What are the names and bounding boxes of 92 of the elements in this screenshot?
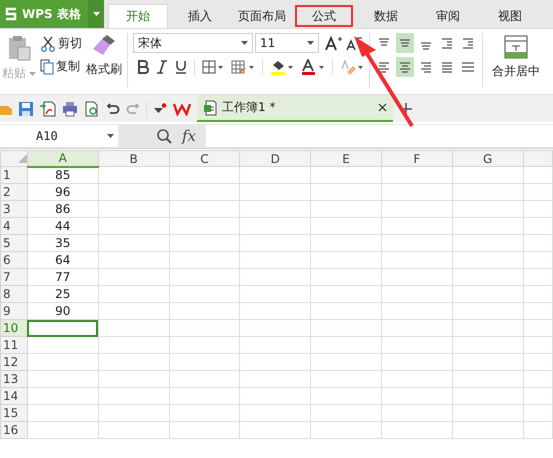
caret-icon <box>107 134 114 138</box>
caret-icon <box>92 12 100 16</box>
italic-icon[interactable] <box>156 60 168 74</box>
align-icon <box>440 36 454 50</box>
close-icon[interactable] <box>378 103 387 112</box>
ribbon-tab[interactable]: 公式 <box>294 4 354 28</box>
formula-input[interactable] <box>206 125 553 147</box>
undo-icon[interactable] <box>106 102 120 116</box>
cut-button[interactable]: 剪切 <box>40 35 82 52</box>
table-cell: 77 <box>27 268 98 286</box>
column-header[interactable]: F <box>381 150 452 166</box>
zoom-icon[interactable] <box>156 128 172 144</box>
align-icon <box>440 60 454 74</box>
align-icon <box>398 60 412 74</box>
name-box[interactable]: A10 <box>0 125 118 147</box>
caret-icon <box>307 41 314 45</box>
corner-triangle-icon <box>18 154 27 163</box>
table-cell: 85 <box>27 166 98 184</box>
align-icon <box>377 60 391 74</box>
table-cell: 96 <box>27 184 98 200</box>
align-icon <box>461 36 475 50</box>
row-header[interactable]: 4 <box>0 218 28 234</box>
table-cell: 44 <box>27 218 98 234</box>
ribbon-tab[interactable]: 审阅 <box>418 4 478 28</box>
ribbon-tab[interactable]: 页面布局 <box>232 4 292 28</box>
spreadsheet-file-icon <box>203 100 217 116</box>
bold-icon[interactable] <box>137 60 149 74</box>
document-tab[interactable]: 工作簿1 * <box>197 95 393 122</box>
fill-color-icon[interactable] <box>270 59 294 75</box>
ribbon-tab[interactable]: 数据 <box>356 4 416 28</box>
column-header[interactable]: A <box>27 150 98 166</box>
logo-icon <box>4 7 18 21</box>
font-family-dropdown[interactable]: 宋体 <box>133 33 253 53</box>
row-header[interactable]: 7 <box>0 268 28 286</box>
grow-font-icon[interactable] <box>325 35 343 51</box>
ribbon-tab[interactable]: 开始 <box>108 4 168 28</box>
format-painter-button[interactable]: 格式刷 <box>86 33 122 94</box>
row-header[interactable]: 8 <box>0 286 28 302</box>
copy-button[interactable]: 复制 <box>40 58 82 75</box>
shrink-font-icon[interactable] <box>345 35 363 51</box>
app-dropdown-button[interactable] <box>88 0 104 28</box>
column-header[interactable]: B <box>98 150 170 166</box>
save-icon[interactable] <box>18 100 34 116</box>
align-button[interactable] <box>396 57 414 77</box>
wps-logo-icon[interactable] <box>173 102 191 116</box>
font-size-dropdown[interactable]: 11 <box>255 33 319 53</box>
print-icon[interactable] <box>62 100 78 116</box>
font-color-icon[interactable] <box>301 59 325 75</box>
row-header[interactable]: 16 <box>0 422 28 438</box>
row-header[interactable]: 5 <box>0 234 28 252</box>
table-cell: 35 <box>27 234 98 252</box>
table-cell: 86 <box>27 200 98 218</box>
merge-cells-icon <box>504 35 528 59</box>
row-header[interactable]: 2 <box>0 184 28 200</box>
align-button[interactable] <box>396 33 414 53</box>
print-preview-icon[interactable] <box>84 100 100 116</box>
copy-icon <box>40 58 54 74</box>
brush-icon <box>91 33 117 57</box>
row-header[interactable]: 10 <box>0 320 28 336</box>
cell-style-icon[interactable] <box>231 60 255 74</box>
ribbon-tab[interactable]: 插入 <box>170 4 230 28</box>
row-header[interactable]: 3 <box>0 200 28 218</box>
merge-center-button[interactable]: 合并居中 <box>488 33 540 94</box>
caret-icon <box>241 41 248 45</box>
ribbon-tab[interactable]: 视图 <box>480 4 540 28</box>
customize-caret-icon[interactable] <box>153 102 167 114</box>
caret-icon <box>29 72 36 76</box>
pdf-export-icon[interactable] <box>40 100 56 116</box>
borders-icon[interactable] <box>202 60 224 74</box>
align-icon <box>461 60 475 74</box>
app-name: WPS 表格 <box>22 6 81 22</box>
underline-icon[interactable] <box>175 60 187 74</box>
clipboard-icon <box>7 35 31 61</box>
table-cell: 25 <box>27 286 98 302</box>
column-header[interactable]: D <box>240 150 311 166</box>
scissors-icon <box>40 36 56 52</box>
row-header[interactable]: 6 <box>0 252 28 268</box>
column-header[interactable]: C <box>169 150 240 166</box>
row-header[interactable]: 15 <box>0 404 28 422</box>
column-header[interactable]: E <box>310 150 382 166</box>
column-header[interactable]: G <box>452 150 524 166</box>
align-icon <box>419 60 433 74</box>
row-header[interactable]: 14 <box>0 388 28 404</box>
table-cell: 90 <box>27 302 98 320</box>
row-header[interactable]: 9 <box>0 302 28 320</box>
insert-function-button[interactable]: fx <box>182 127 196 145</box>
document-title: 工作簿1 * <box>222 99 276 116</box>
table-cell: 64 <box>27 252 98 268</box>
row-header[interactable]: 13 <box>0 370 28 388</box>
row-header[interactable]: 1 <box>0 166 28 184</box>
row-header[interactable]: 12 <box>0 354 28 370</box>
row-header[interactable]: 11 <box>0 336 28 354</box>
